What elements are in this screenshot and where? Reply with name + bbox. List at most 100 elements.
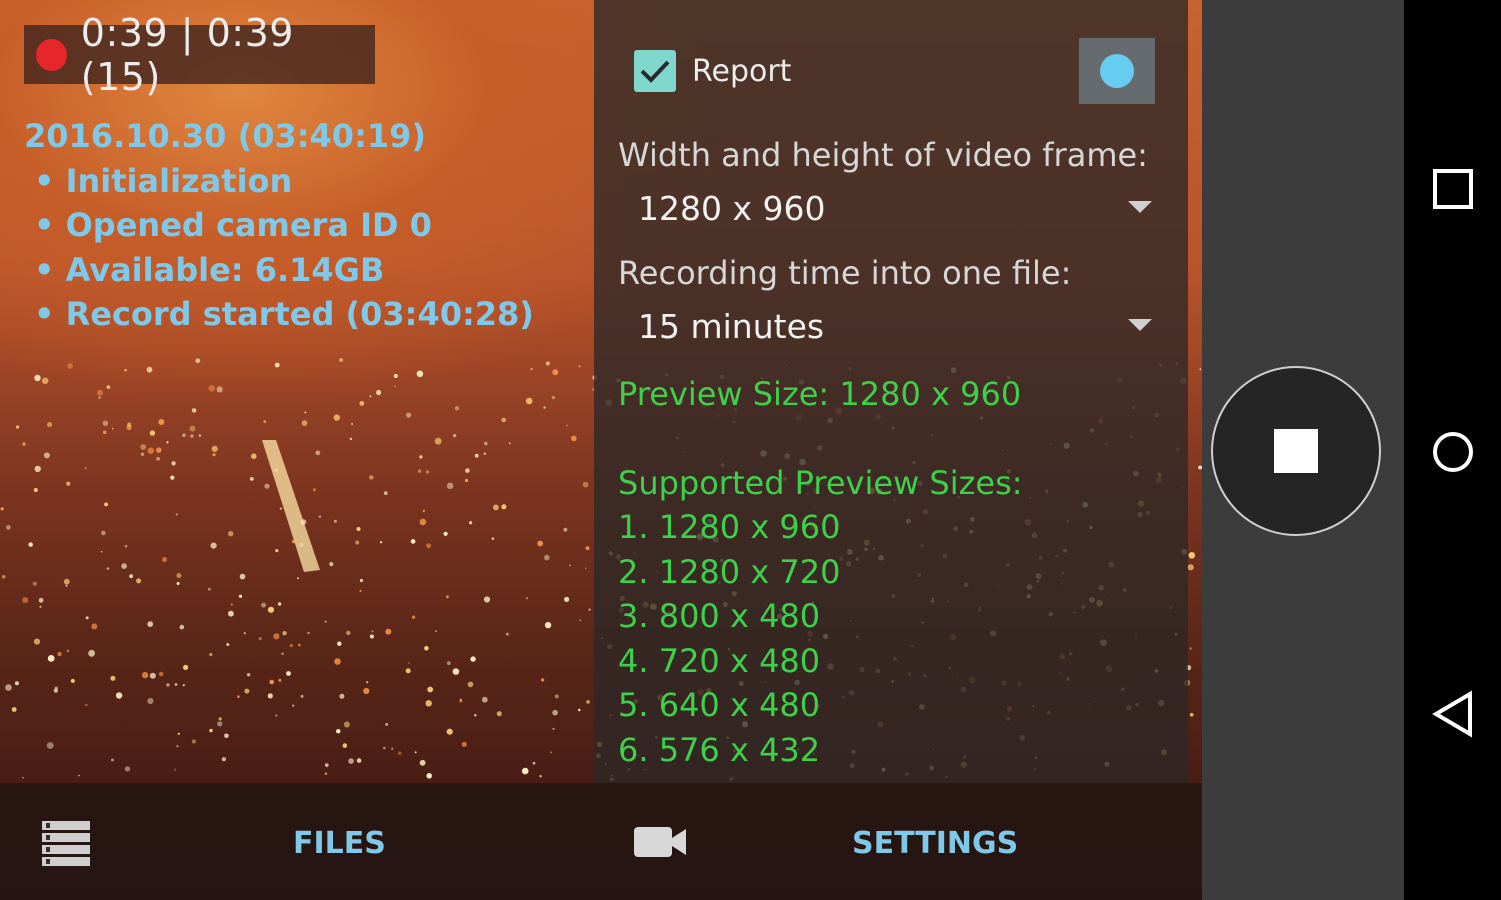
- chevron-down-icon[interactable]: [1128, 201, 1152, 213]
- city-light: [416, 370, 424, 378]
- city-light: [275, 714, 278, 717]
- city-light: [102, 430, 107, 435]
- report-label[interactable]: Report: [692, 54, 791, 89]
- city-light: [1, 575, 6, 579]
- city-light: [124, 544, 128, 548]
- city-light: [156, 457, 160, 461]
- city-light: [508, 442, 511, 445]
- city-light: [481, 696, 488, 703]
- city-light: [175, 513, 178, 516]
- city-light: [226, 643, 230, 646]
- city-light: [584, 567, 587, 569]
- city-light: [158, 419, 165, 425]
- city-light: [1188, 552, 1196, 559]
- recording-time-dropdown[interactable]: 15 minutes: [638, 307, 824, 346]
- city-light: [149, 672, 156, 679]
- city-light: [408, 662, 410, 665]
- city-light: [263, 420, 267, 424]
- stop-record-button[interactable]: [1211, 366, 1381, 536]
- city-light: [96, 389, 104, 396]
- city-light: [238, 594, 243, 598]
- city-light: [483, 452, 487, 455]
- city-light: [414, 751, 417, 754]
- city-light: [100, 551, 103, 553]
- frame-size-label: Width and height of video frame:: [618, 136, 1148, 174]
- city-light: [22, 442, 26, 446]
- city-light: [493, 504, 499, 511]
- city-light: [147, 697, 154, 705]
- city-light: [525, 597, 529, 600]
- triangle-back-icon[interactable]: [1432, 690, 1474, 738]
- video-camera-icon[interactable]: [633, 825, 687, 859]
- city-light: [57, 651, 62, 657]
- city-light: [315, 450, 321, 456]
- city-light: [182, 684, 185, 687]
- city-light: [209, 652, 213, 657]
- city-light: [124, 368, 127, 372]
- city-light: [28, 542, 33, 547]
- square-icon[interactable]: [1432, 168, 1474, 210]
- recording-status: 0:39 | 0:39 (15): [24, 11, 375, 99]
- city-light: [85, 703, 88, 707]
- city-light: [376, 389, 382, 396]
- city-light: [41, 377, 49, 385]
- city-light: [483, 596, 491, 603]
- stop-icon: [1274, 429, 1318, 473]
- city-light: [356, 758, 362, 763]
- city-light: [176, 573, 182, 579]
- city-light: [106, 385, 111, 389]
- frame-size-dropdown[interactable]: 1280 x 960: [638, 189, 825, 228]
- city-light: [106, 567, 110, 570]
- city-light: [43, 452, 50, 459]
- city-light: [237, 695, 240, 698]
- city-light: [552, 709, 558, 716]
- city-light: [405, 668, 411, 674]
- city-light: [543, 406, 546, 409]
- city-light: [141, 671, 149, 679]
- city-light: [269, 679, 275, 685]
- city-light: [434, 437, 442, 445]
- city-light: [346, 630, 351, 636]
- preview-info: Preview Size: 1280 x 960 Supported Previ…: [618, 372, 1023, 772]
- city-light: [267, 693, 273, 699]
- log-item: Opened camera ID 0: [24, 203, 534, 248]
- city-light: [521, 767, 529, 775]
- city-light: [22, 597, 29, 604]
- list-menu-icon[interactable]: [40, 819, 92, 867]
- circle-icon[interactable]: [1431, 430, 1475, 474]
- city-light: [445, 595, 449, 599]
- city-light: [394, 385, 396, 388]
- city-light: [371, 630, 374, 633]
- city-light: [410, 539, 416, 544]
- city-light: [540, 678, 545, 682]
- city-light: [422, 509, 426, 513]
- city-light: [33, 638, 41, 645]
- city-light: [537, 540, 544, 547]
- report-checkbox[interactable]: [634, 50, 676, 92]
- city-light: [336, 729, 341, 734]
- city-light: [501, 417, 507, 423]
- city-light: [459, 699, 463, 703]
- city-light: [190, 434, 194, 438]
- recording-time-label: Recording time into one file:: [618, 254, 1072, 292]
- city-light: [501, 504, 507, 510]
- city-light: [530, 368, 533, 370]
- city-light: [446, 728, 453, 735]
- log-item: Available: 6.14GB: [24, 248, 534, 293]
- settings-panel: Report Width and height of video frame: …: [594, 0, 1188, 783]
- runway-light-streak: [262, 440, 320, 572]
- files-button[interactable]: FILES: [293, 826, 386, 861]
- supported-size-item: 4. 720 x 480: [618, 641, 821, 680]
- city-light: [343, 721, 350, 728]
- city-light: [258, 637, 262, 641]
- city-light: [243, 632, 246, 635]
- city-light: [286, 671, 291, 676]
- color-picker-button[interactable]: [1079, 38, 1155, 104]
- city-light: [1189, 647, 1192, 650]
- city-light: [166, 441, 169, 444]
- city-light: [217, 721, 223, 727]
- settings-button[interactable]: SETTINGS: [852, 826, 1018, 861]
- chevron-down-icon[interactable]: [1128, 319, 1152, 331]
- city-light: [355, 540, 360, 545]
- city-light: [582, 481, 589, 488]
